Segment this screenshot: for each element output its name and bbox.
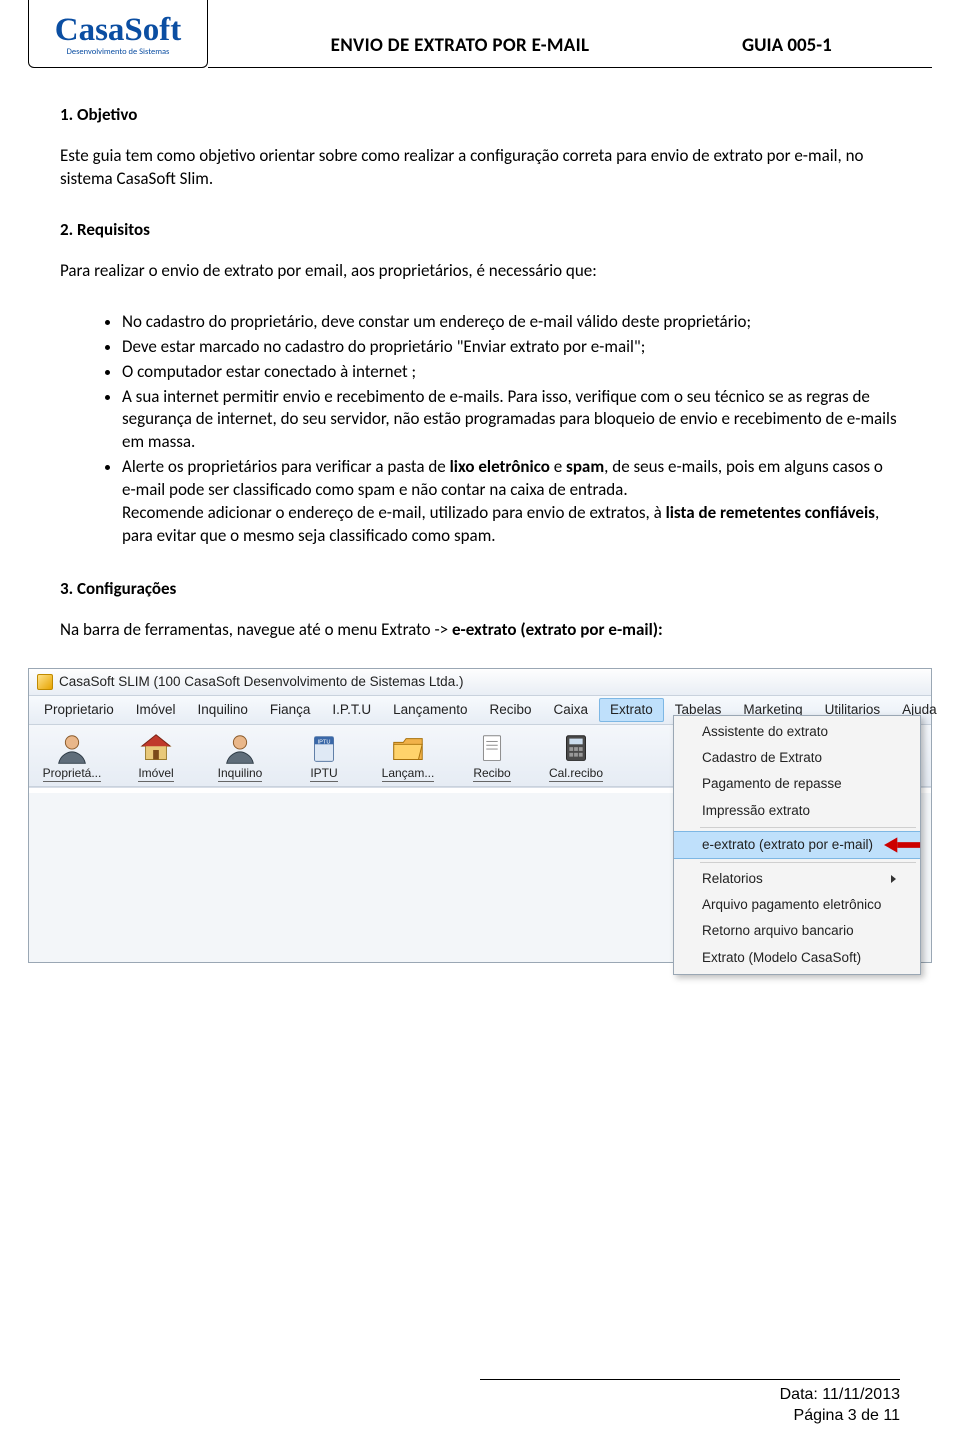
req5-bold-lixo: lixo eletrônico (450, 456, 550, 477)
toolbar-recibo[interactable]: Recibo (459, 731, 525, 781)
req5-bold-spam: spam (566, 456, 604, 477)
menu-iptu[interactable]: I.P.T.U (321, 698, 382, 722)
dropdown-label: Impressão extrato (702, 802, 810, 820)
toolbar-label: Lançam... (382, 767, 435, 781)
toolbar-iptu[interactable]: IPTU IPTU (291, 731, 357, 781)
footer-page-label: Página (794, 1407, 848, 1424)
footer-page: Página 3 de 11 (60, 1405, 900, 1427)
dropdown-label: Cadastro de Extrato (702, 749, 822, 767)
footer-date-label: Data: (780, 1386, 823, 1403)
toolbar-calrecibo[interactable]: Cal.recibo (543, 731, 609, 781)
toolbar-label: Proprietá... (43, 767, 102, 781)
dropdown-label: Relatorios (702, 870, 763, 888)
dropdown-item[interactable]: Cadastro de Extrato (674, 745, 920, 771)
dropdown-item[interactable]: Pagamento de repasse (674, 771, 920, 797)
highlight-arrow-icon (884, 837, 922, 853)
menu-fiana[interactable]: Fiança (259, 698, 322, 722)
req5-bold-lista: lista de remetentes confiáveis (666, 502, 875, 523)
toolbar-label: Cal.recibo (549, 767, 603, 781)
toolbar-label: IPTU (310, 767, 337, 781)
menu-recibo[interactable]: Recibo (478, 698, 542, 722)
logo-name: CasaSoft (55, 16, 182, 46)
toolbar-imvel[interactable]: Imóvel (123, 731, 189, 781)
toolbar-icon (53, 731, 91, 765)
dropdown-label: Retorno arquivo bancario (702, 922, 854, 940)
req-item-5: Alerte os proprietários para verificar a… (122, 456, 900, 548)
menu-proprietario[interactable]: Proprietario (33, 698, 125, 722)
section-3-heading: 3. Configurações (60, 578, 900, 601)
menu-caixa[interactable]: Caixa (543, 698, 600, 722)
dropdown-item[interactable]: Impressão extrato (674, 798, 920, 824)
footer: Data: 11/11/2013 Página 3 de 11 (60, 1379, 900, 1427)
s3-part-a: Na barra de ferramentas, navegue até o m… (60, 619, 452, 640)
app-icon (37, 674, 53, 690)
toolbar-icon (221, 731, 259, 765)
dropdown-item[interactable]: Extrato (Modelo CasaSoft) (674, 945, 920, 971)
dropdown-label: Pagamento de repasse (702, 775, 842, 793)
doc-code: GUIA 005-1 (712, 12, 932, 68)
dropdown-item[interactable]: Relatorios (674, 866, 920, 892)
dropdown-separator (700, 827, 916, 828)
footer-page-num: 3 (848, 1407, 857, 1424)
req-item-3: O computador estar conectado à internet … (122, 361, 900, 384)
dropdown-label: e-extrato (extrato por e-mail) (702, 836, 873, 854)
dropdown-label: Arquivo pagamento eletrônico (702, 896, 881, 914)
req-item-1: No cadastro do proprietário, deve consta… (122, 311, 900, 334)
content-area: 1. Objetivo Este guia tem como objetivo … (0, 68, 960, 642)
footer-page-of: de (857, 1407, 884, 1424)
submenu-arrow-icon (891, 875, 896, 883)
dropdown-item[interactable]: Assistente do extrato (674, 719, 920, 745)
toolbar-label: Recibo (473, 767, 510, 781)
toolbar-icon (473, 731, 511, 765)
logo-subtitle: Desenvolvimento de Sistemas (67, 47, 170, 58)
menu-imvel[interactable]: Imóvel (125, 698, 187, 722)
toolbar-lanam[interactable]: Lançam... (375, 731, 441, 781)
toolbar-icon: IPTU (305, 731, 343, 765)
dropdown-item[interactable]: Arquivo pagamento eletrônico (674, 892, 920, 918)
req5-line2: Recomende adicionar o endereço de e-mail… (122, 502, 900, 548)
menu-inquilino[interactable]: Inquilino (187, 698, 259, 722)
footer-date-value: 11/11/2013 (822, 1386, 900, 1403)
toolbar-icon (137, 731, 175, 765)
toolbar-icon (557, 731, 595, 765)
doc-title: ENVIO DE EXTRATO POR E-MAIL (208, 12, 712, 68)
section-2-intro: Para realizar o envio de extrato por ema… (60, 260, 900, 283)
menu-extrato[interactable]: Extrato (599, 698, 664, 722)
logo-box: CasaSoft Desenvolvimento de Sistemas (28, 0, 208, 68)
section-1-text: Este guia tem como objetivo orientar sob… (60, 145, 900, 191)
req5-part-c: e (550, 456, 566, 477)
section-1-heading: 1. Objetivo (60, 104, 900, 127)
footer-date: Data: 11/11/2013 (60, 1384, 900, 1406)
menu-lanamento[interactable]: Lançamento (382, 698, 478, 722)
section-2-heading: 2. Requisitos (60, 219, 900, 242)
doc-header: CasaSoft Desenvolvimento de Sistemas ENV… (0, 0, 960, 68)
dropdown-item[interactable]: e-extrato (extrato por e-mail) (674, 831, 920, 859)
req-item-2: Deve estar marcado no cadastro do propri… (122, 336, 900, 359)
toolbar-label: Imóvel (138, 767, 173, 781)
dropdown-label: Assistente do extrato (702, 723, 828, 741)
dropdown-separator (700, 862, 916, 863)
extrato-dropdown: Assistente do extrato Cadastro de Extrato… (673, 715, 921, 975)
dropdown-label: Extrato (Modelo CasaSoft) (702, 949, 861, 967)
toolbar-label: Inquilino (218, 767, 263, 781)
req-item-4: A sua internet permitir envio e recebime… (122, 386, 900, 455)
footer-rule (480, 1379, 900, 1380)
toolbar-icon (389, 731, 427, 765)
req5-part-f: Recomende adicionar o endereço de e-mail… (122, 502, 666, 523)
toolbar-propriet[interactable]: Proprietá... (39, 731, 105, 781)
requirements-list: No cadastro do proprietário, deve consta… (60, 311, 900, 548)
titlebar: CasaSoft SLIM (100 CasaSoft Desenvolvime… (29, 669, 931, 696)
req5-part-a: Alerte os proprietários para verificar a… (122, 456, 450, 477)
toolbar-inquilino[interactable]: Inquilino (207, 731, 273, 781)
svg-text:IPTU: IPTU (318, 740, 331, 746)
window-title: CasaSoft SLIM (100 CasaSoft Desenvolvime… (59, 673, 463, 691)
app-screenshot: CasaSoft SLIM (100 CasaSoft Desenvolvime… (28, 668, 932, 963)
section-3-text: Na barra de ferramentas, navegue até o m… (60, 619, 900, 642)
footer-page-total: 11 (883, 1407, 900, 1424)
s3-bold: e-extrato (extrato por e-mail): (452, 619, 663, 640)
dropdown-item[interactable]: Retorno arquivo bancario (674, 918, 920, 944)
